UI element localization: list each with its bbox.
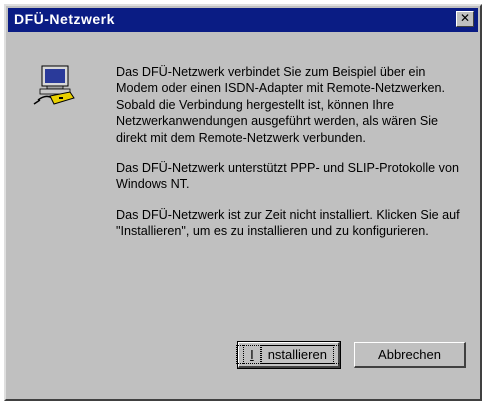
window-title: DFÜ-Netzwerk [14, 11, 115, 27]
message-text: Das DFÜ-Netzwerk verbindet Sie zum Beisp… [116, 64, 466, 254]
install-button-label: Installieren [236, 345, 341, 364]
close-icon: ✕ [459, 11, 471, 25]
description-paragraph: Das DFÜ-Netzwerk verbindet Sie zum Beisp… [116, 65, 445, 145]
cancel-button-label: Abbrechen [378, 347, 441, 362]
close-button[interactable]: ✕ [456, 11, 474, 27]
cancel-button[interactable]: Abbrechen [354, 342, 466, 368]
protocol-paragraph: Das DFÜ-Netzwerk unterstützt PPP- und SL… [116, 161, 459, 192]
install-button[interactable]: Installieren [236, 341, 341, 369]
computer-modem-icon [33, 65, 75, 105]
install-hint-paragraph: Das DFÜ-Netzwerk ist zur Zeit nicht inst… [116, 207, 460, 239]
title-bar[interactable]: DFÜ-Netzwerk ✕ [8, 8, 478, 32]
dialog-window: DFÜ-Netzwerk ✕ Das DFÜ-Netzwerk verbinde… [4, 4, 482, 401]
